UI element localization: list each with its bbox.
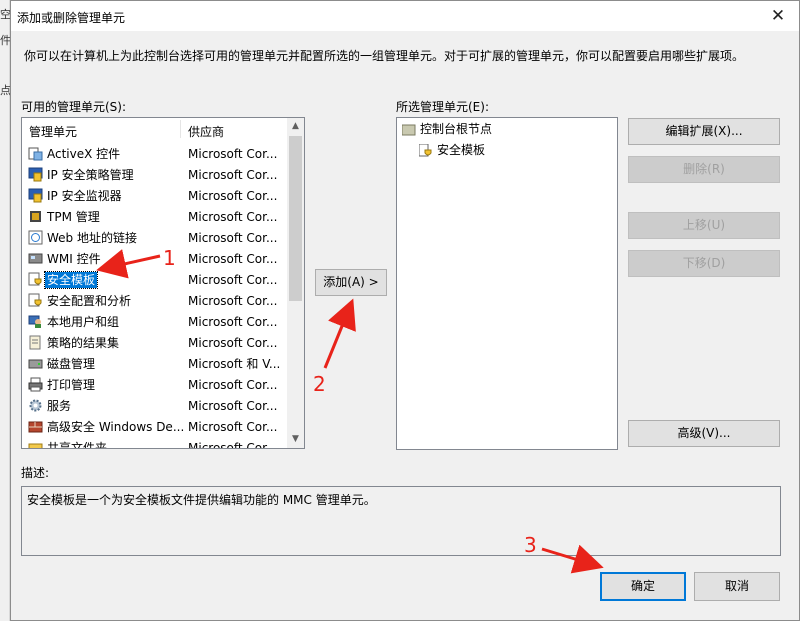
snapin-row-security-template[interactable]: 安全模板 Microsoft Cor... <box>22 269 288 290</box>
snapin-name: 共享文件夹 <box>47 441 108 449</box>
close-icon: ✕ <box>770 6 786 26</box>
snapin-vendor: Microsoft Cor... <box>188 168 278 182</box>
column-divider[interactable] <box>180 120 181 138</box>
snapin-name: IP 安全策略管理 <box>47 168 134 182</box>
rsop-icon <box>28 335 43 350</box>
snapin-vendor: Microsoft Cor... <box>188 420 278 434</box>
snapin-row-wmi[interactable]: WMI 控件 Microsoft Cor... <box>22 248 288 269</box>
folder-icon <box>401 123 416 136</box>
tpm-icon <box>28 209 43 224</box>
snapin-name: 策略的结果集 <box>47 336 120 350</box>
tree-item-console-root[interactable]: 控制台根节点 <box>401 120 493 138</box>
snapin-vendor: Microsoft Cor... <box>188 147 278 161</box>
annotation-number-1: 1 <box>163 246 176 270</box>
add-remove-snapins-dialog: 添加或删除管理单元 ✕ 你可以在计算机上为此控制台选择可用的管理单元并配置所选的… <box>10 0 800 621</box>
close-button[interactable]: ✕ <box>765 5 791 27</box>
snapin-name: 打印管理 <box>47 378 96 392</box>
snapin-vendor: Microsoft Cor... <box>188 189 278 203</box>
snapin-name: IP 安全监视器 <box>47 189 122 203</box>
snapin-name: ActiveX 控件 <box>47 147 121 161</box>
scroll-up-icon[interactable]: ▲ <box>287 118 304 135</box>
snapin-name: 磁盘管理 <box>47 357 96 371</box>
remove-button[interactable]: 删除(R) <box>628 156 780 183</box>
snapin-vendor: Microsoft Cor... <box>188 336 278 350</box>
snapin-row-activex[interactable]: ActiveX 控件 Microsoft Cor... <box>22 143 288 164</box>
wmi-icon <box>28 251 43 266</box>
column-header-snapin[interactable]: 管理单元 <box>29 123 77 140</box>
snapin-row-web-link[interactable]: Web 地址的链接 Microsoft Cor... <box>22 227 288 248</box>
snapin-row-ip-monitor[interactable]: IP 安全监视器 Microsoft Cor... <box>22 185 288 206</box>
security-template-icon <box>28 272 43 287</box>
move-down-button[interactable]: 下移(D) <box>628 250 780 277</box>
snapin-vendor: Microsoft Cor... <box>188 399 278 413</box>
snapin-name: 本地用户和组 <box>47 315 120 329</box>
snapin-row-services[interactable]: 服务 Microsoft Cor... <box>22 395 288 416</box>
snapin-row-security-config[interactable]: 安全配置和分析 Microsoft Cor... <box>22 290 288 311</box>
disk-icon <box>28 356 43 371</box>
scrollbar-thumb[interactable] <box>289 136 302 301</box>
security-template-icon <box>418 143 433 157</box>
cancel-button[interactable]: 取消 <box>694 572 780 601</box>
description-label: 描述: <box>21 466 50 480</box>
snapin-name: 安全模板 <box>43 271 99 289</box>
print-icon <box>28 377 43 392</box>
shared-folder-icon <box>28 440 43 448</box>
security-config-icon <box>28 293 43 308</box>
list-scrollbar[interactable]: ▲ ▼ <box>287 118 304 448</box>
snapin-row-firewall[interactable]: 高级安全 Windows De... Microsoft Cor... <box>22 416 288 437</box>
snapin-vendor: Microsoft 和 V... <box>188 357 281 371</box>
snapin-name: TPM 管理 <box>47 210 100 224</box>
snapin-name: WMI 控件 <box>47 252 101 266</box>
intro-text: 你可以在计算机上为此控制台选择可用的管理单元并配置所选的一组管理单元。对于可扩展… <box>24 49 745 63</box>
snapin-row-ip-policy[interactable]: IP 安全策略管理 Microsoft Cor... <box>22 164 288 185</box>
available-snapins-list[interactable]: 管理单元 供应商 ActiveX 控件 Microsoft Cor... IP … <box>21 117 305 449</box>
firewall-icon <box>28 419 43 434</box>
snapin-row-disk[interactable]: 磁盘管理 Microsoft 和 V... <box>22 353 288 374</box>
tree-item-label: 安全模板 <box>437 143 486 157</box>
column-header-vendor[interactable]: 供应商 <box>188 123 224 140</box>
snapin-row-local-users[interactable]: 本地用户和组 Microsoft Cor... <box>22 311 288 332</box>
services-icon <box>28 398 43 413</box>
description-box: 安全模板是一个为安全模板文件提供编辑功能的 MMC 管理单元。 <box>21 486 781 556</box>
title-bar: 添加或删除管理单元 ✕ <box>11 1 799 31</box>
ip-policy-icon <box>28 167 43 182</box>
snapin-vendor: Microsoft Cor... <box>188 252 278 266</box>
snapin-row-rsop[interactable]: 策略的结果集 Microsoft Cor... <box>22 332 288 353</box>
description-text: 安全模板是一个为安全模板文件提供编辑功能的 MMC 管理单元。 <box>27 493 376 507</box>
snapin-name: Web 地址的链接 <box>47 231 137 245</box>
move-up-button[interactable]: 上移(U) <box>628 212 780 239</box>
scroll-down-icon[interactable]: ▼ <box>287 431 304 448</box>
background-window-strip: 空 件 点 <box>0 0 11 621</box>
snapin-vendor: Microsoft Cor... <box>188 273 278 287</box>
snapin-vendor: Microsoft Cor... <box>188 441 278 449</box>
ip-monitor-icon <box>28 188 43 203</box>
web-link-icon <box>28 230 43 245</box>
snapin-vendor: Microsoft Cor... <box>188 315 278 329</box>
snapin-name: 安全配置和分析 <box>47 294 132 308</box>
edit-extensions-button[interactable]: 编辑扩展(X)... <box>628 118 780 145</box>
annotation-number-2: 2 <box>313 372 326 396</box>
annotation-number-3: 3 <box>524 533 537 557</box>
selected-snapins-label: 所选管理单元(E): <box>396 100 489 114</box>
list-column-header: 管理单元 供应商 <box>22 118 288 140</box>
snapin-row-tpm[interactable]: TPM 管理 Microsoft Cor... <box>22 206 288 227</box>
snapin-name: 高级安全 Windows De... <box>47 420 185 434</box>
snapin-vendor: Microsoft Cor... <box>188 231 278 245</box>
snapin-row-shared-folders[interactable]: 共享文件夹 Microsoft Cor... <box>22 437 288 449</box>
snapin-vendor: Microsoft Cor... <box>188 378 278 392</box>
selected-snapins-list[interactable]: 控制台根节点 安全模板 <box>396 117 618 450</box>
advanced-button[interactable]: 高级(V)... <box>628 420 780 447</box>
tree-item-label: 控制台根节点 <box>420 122 493 136</box>
snapin-row-print[interactable]: 打印管理 Microsoft Cor... <box>22 374 288 395</box>
local-users-icon <box>28 314 43 329</box>
activex-icon <box>28 146 43 161</box>
tree-item-security-template[interactable]: 安全模板 <box>418 141 486 159</box>
add-button[interactable]: 添加(A) > <box>315 269 387 296</box>
ok-button[interactable]: 确定 <box>600 572 686 601</box>
available-snapins-label: 可用的管理单元(S): <box>21 100 127 114</box>
snapin-vendor: Microsoft Cor... <box>188 294 278 308</box>
dialog-title: 添加或删除管理单元 <box>17 11 126 25</box>
snapin-vendor: Microsoft Cor... <box>188 210 278 224</box>
snapin-name: 服务 <box>47 399 72 413</box>
